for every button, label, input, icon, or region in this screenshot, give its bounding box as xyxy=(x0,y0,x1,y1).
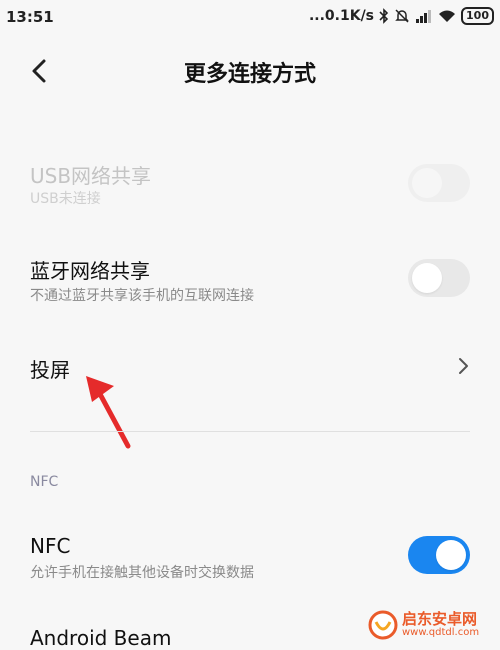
cast-title: 投屏 xyxy=(30,358,70,382)
watermark-logo-icon xyxy=(368,610,398,640)
nfc-subtitle: 允许手机在接触其他设备时交换数据 xyxy=(30,565,254,581)
usb-tethering-title: USB网络共享 xyxy=(30,164,152,188)
network-speed: ...0.1K/s xyxy=(308,8,375,24)
nfc-toggle[interactable] xyxy=(408,536,470,574)
toggle-knob xyxy=(412,168,442,198)
nfc-section-header: NFC xyxy=(30,474,59,490)
toggle-knob xyxy=(436,540,466,570)
divider xyxy=(30,431,470,432)
signal-icon xyxy=(416,10,432,23)
usb-tethering-toggle xyxy=(408,164,470,202)
android-beam-title: Android Beam xyxy=(30,626,172,650)
page-title: 更多连接方式 xyxy=(183,62,316,87)
annotation-arrow-icon xyxy=(86,376,131,449)
bluetooth-tethering-subtitle: 不通过蓝牙共享该手机的互联网连接 xyxy=(30,288,254,304)
cast-row[interactable]: 投屏 xyxy=(0,340,500,395)
mute-icon xyxy=(395,9,409,23)
wifi-icon xyxy=(439,10,456,22)
nfc-row[interactable]: NFC 允许手机在接触其他设备时交换数据 xyxy=(0,526,500,596)
bluetooth-tethering-title: 蓝牙网络共享 xyxy=(30,259,150,283)
bluetooth-tethering-row[interactable]: 蓝牙网络共享 不通过蓝牙共享该手机的互联网连接 xyxy=(0,245,500,315)
battery-icon: 100 xyxy=(461,7,494,25)
bluetooth-icon xyxy=(379,8,389,24)
watermark: 启东安卓网 www.qdtdl.com xyxy=(368,605,496,645)
watermark-url: www.qdtdl.com xyxy=(402,627,480,638)
usb-tethering-row: USB网络共享 USB未连接 xyxy=(0,150,500,220)
status-bar: 13:51 ...0.1K/s 100 xyxy=(0,0,500,36)
status-icons: ...0.1K/s 100 xyxy=(309,7,494,25)
bluetooth-tethering-toggle[interactable] xyxy=(408,259,470,297)
usb-tethering-subtitle: USB未连接 xyxy=(30,191,101,207)
chevron-right-icon xyxy=(459,358,468,374)
title-bar: 更多连接方式 xyxy=(0,40,500,102)
nfc-title: NFC xyxy=(30,534,71,558)
watermark-brand: 启东安卓网 xyxy=(402,610,478,628)
toggle-knob xyxy=(412,263,442,293)
watermark-text: 启东安卓网 www.qdtdl.com xyxy=(402,611,479,639)
status-time: 13:51 xyxy=(6,8,54,26)
